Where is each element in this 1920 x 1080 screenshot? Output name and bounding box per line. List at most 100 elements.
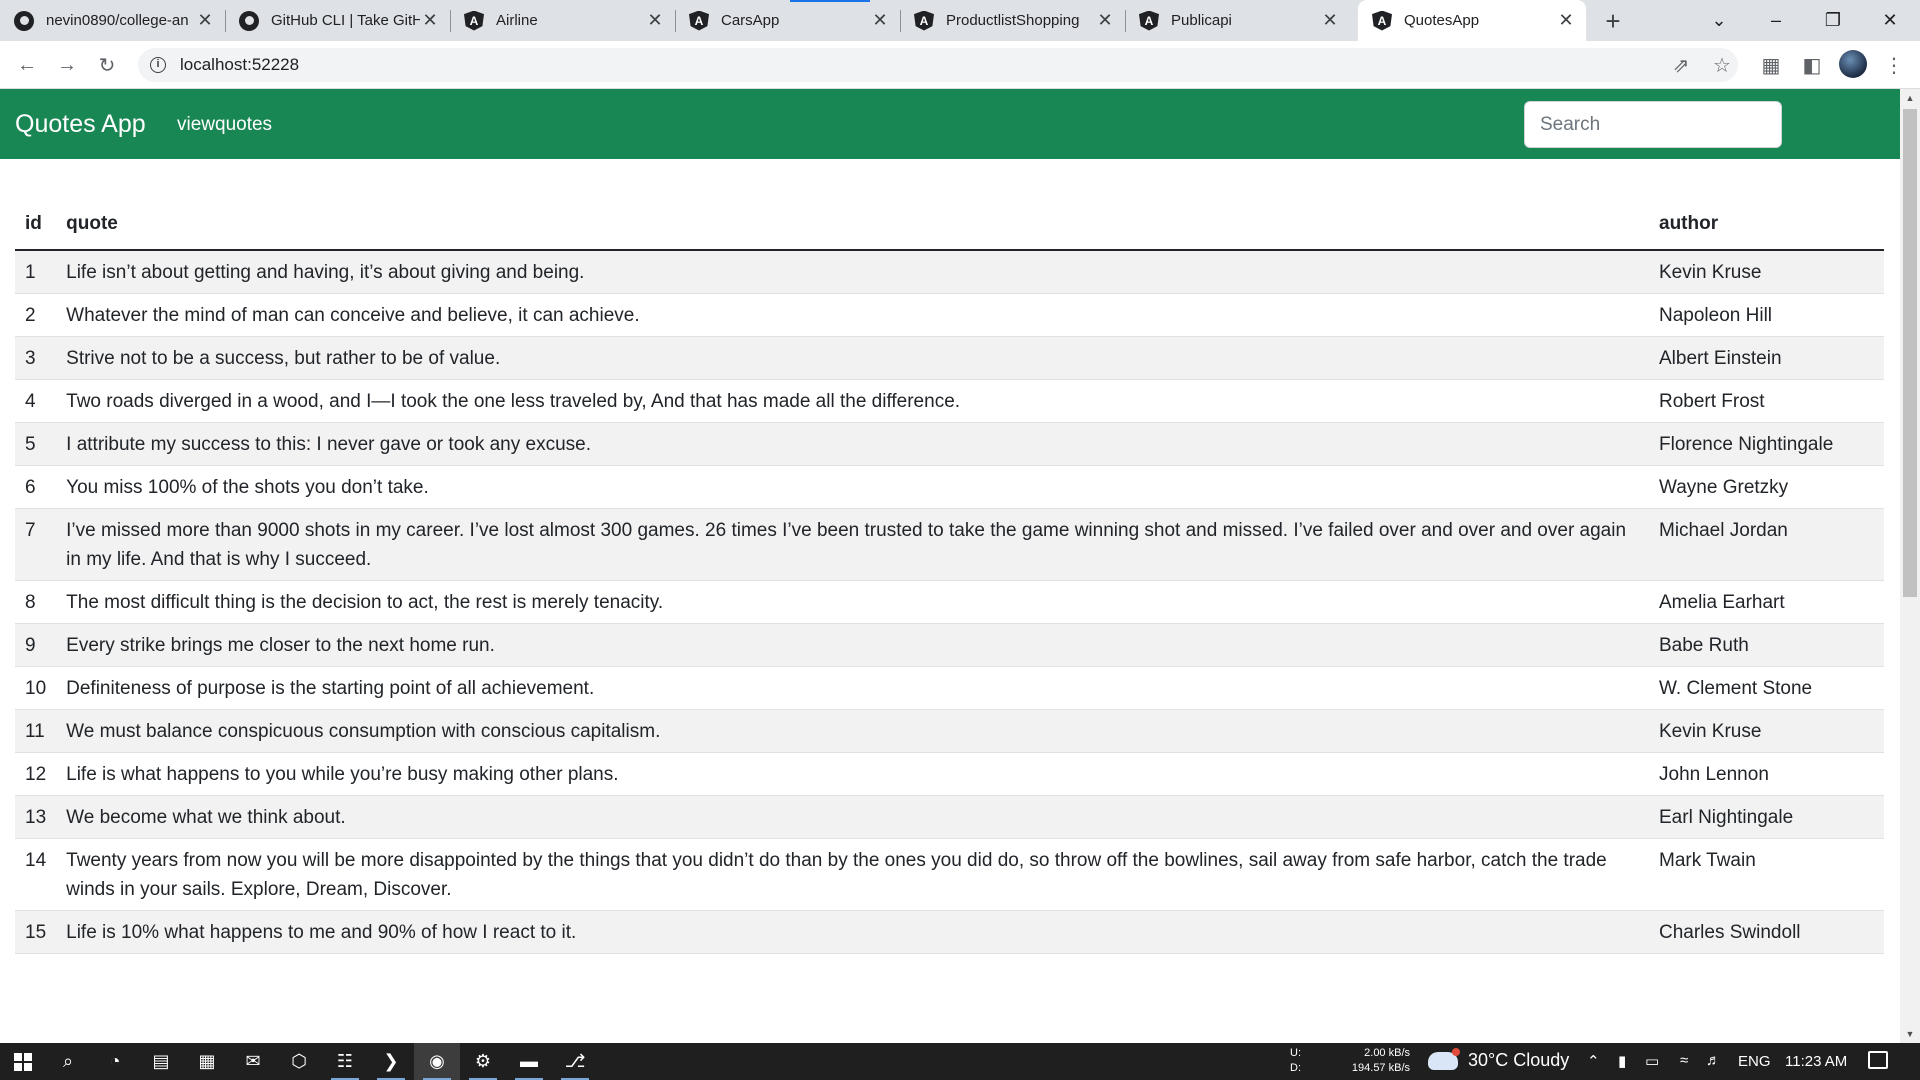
browser-tab[interactable]: Airline ✕	[450, 0, 675, 41]
language-indicator[interactable]: ENG	[1738, 1053, 1771, 1070]
settings-icon[interactable]: ⚙	[460, 1043, 506, 1080]
browser-tab[interactable]: QuotesApp ✕	[1358, 0, 1586, 41]
tab-close-icon[interactable]: ✕	[195, 10, 215, 31]
new-tab-button[interactable]: +	[1596, 4, 1630, 38]
cell-author: Robert Frost	[1649, 379, 1884, 423]
cell-id: 1	[15, 250, 57, 294]
weather-widget[interactable]: 30°C Cloudy	[1428, 1047, 1570, 1071]
cell-author: Earl Nightingale	[1649, 795, 1884, 839]
bookmark-star-icon[interactable]: ☆	[1706, 49, 1738, 81]
table-row: 15 Life is 10% what happens to me and 90%…	[15, 910, 1884, 954]
battery-icon[interactable]: ▭	[1645, 1052, 1659, 1070]
start-button[interactable]	[0, 1043, 46, 1080]
clock[interactable]: 11:23 AM	[1785, 1053, 1847, 1070]
notification-icon[interactable]	[1868, 1051, 1888, 1069]
vpn-icon[interactable]: ⬡	[276, 1043, 322, 1080]
angular-icon	[689, 10, 709, 31]
cell-id: 11	[15, 709, 57, 753]
tab-close-icon[interactable]: ✕	[1556, 10, 1576, 31]
cell-id: 13	[15, 795, 57, 839]
cell-quote: Life is what happens to you while you’re…	[56, 752, 1649, 796]
cell-author: Michael Jordan	[1649, 508, 1884, 581]
file-explorer-icon[interactable]: ▤	[138, 1043, 184, 1080]
wifi-icon[interactable]: ≈	[1680, 1052, 1688, 1069]
tab-close-icon[interactable]: ✕	[645, 10, 665, 31]
browser-tab[interactable]: CarsApp ✕	[675, 0, 900, 41]
tab-close-icon[interactable]: ✕	[1320, 10, 1340, 31]
minimize-icon[interactable]: –	[1749, 0, 1803, 41]
tray-chevron-icon[interactable]: ⌃	[1587, 1052, 1600, 1070]
tab-close-icon[interactable]: ✕	[420, 10, 440, 31]
edge-icon[interactable]: ◔	[92, 1043, 138, 1080]
git-icon[interactable]: ⎇	[552, 1043, 598, 1080]
tab-title: ProductlistShopping	[946, 12, 1080, 29]
table-header-row: id quote author	[15, 199, 1884, 251]
tab-title: GitHub CLI | Take GitH	[271, 12, 420, 29]
nav-link-viewquotes[interactable]: viewquotes	[177, 114, 272, 136]
tab-separator	[450, 10, 451, 32]
browser-tab[interactable]: Publicapi ✕	[1125, 0, 1350, 41]
cell-id: 15	[15, 910, 57, 954]
angular-icon	[1139, 10, 1159, 31]
cell-id: 8	[15, 580, 57, 624]
tab-title: Publicapi	[1171, 12, 1232, 29]
scroll-up-icon[interactable]: ▲	[1900, 89, 1920, 107]
microphone-icon[interactable]: ▮	[1618, 1052, 1626, 1070]
table-row: 13 We become what we think about. Earl Nig…	[15, 795, 1884, 839]
volume-icon[interactable]: ♬	[1706, 1052, 1721, 1069]
store-icon[interactable]: ▦	[184, 1043, 230, 1080]
cell-author: Napoleon Hill	[1649, 293, 1884, 337]
restore-icon[interactable]: ❐	[1806, 0, 1860, 41]
tab-strip: nevin0890/college-an ✕ GitHub CLI | Take G…	[0, 0, 1920, 41]
terminal-icon[interactable]: ▬	[506, 1043, 552, 1080]
forward-icon[interactable]: →	[51, 49, 83, 81]
profile-avatar[interactable]	[1839, 50, 1867, 78]
cell-quote: Strive not to be a success, but rather t…	[56, 336, 1649, 380]
scroll-thumb[interactable]	[1903, 109, 1917, 597]
share-icon[interactable]: ⇗	[1665, 49, 1697, 81]
cell-quote: Every strike brings me closer to the nex…	[56, 623, 1649, 667]
table-row: 12 Life is what happens to you while you’…	[15, 752, 1884, 796]
app-brand[interactable]: Quotes App	[15, 110, 146, 139]
network-speed: U: 2.00 kB/s D: 194.57 kB/s	[1290, 1047, 1410, 1074]
weather-text: 30°C Cloudy	[1468, 1050, 1570, 1070]
reload-icon[interactable]: ↻	[91, 49, 123, 81]
teams-icon[interactable]: ☷	[322, 1043, 368, 1080]
tab-close-icon[interactable]: ✕	[1095, 10, 1115, 31]
browser-toolbar: ← → ↻ i localhost:52228 ⇗ ☆ ▦ ◧ ⋮	[0, 41, 1920, 89]
back-icon[interactable]: ←	[11, 49, 43, 81]
search-input[interactable]	[1524, 101, 1782, 148]
cell-quote: Life isn’t about getting and having, it’…	[56, 250, 1649, 294]
tab-separator	[225, 10, 226, 32]
page-scrollbar[interactable]: ▲ ▼	[1900, 89, 1920, 1043]
table-row: 10 Definiteness of purpose is the startin…	[15, 666, 1884, 710]
cell-author: W. Clement Stone	[1649, 666, 1884, 710]
table-row: 14 Twenty years from now you will be more…	[15, 838, 1884, 911]
address-bar[interactable]: i localhost:52228	[138, 48, 1738, 82]
table-row: 1 Life isn’t about getting and having, it…	[15, 250, 1884, 294]
browser-tab[interactable]: ProductlistShopping ✕	[900, 0, 1125, 41]
cell-author: Kevin Kruse	[1649, 709, 1884, 753]
url-text[interactable]: localhost:52228	[180, 55, 299, 75]
menu-icon[interactable]: ⋮	[1878, 49, 1910, 81]
tab-search-icon[interactable]: ⌄	[1692, 0, 1746, 41]
side-panel-icon[interactable]: ◧	[1796, 49, 1828, 81]
site-info-icon[interactable]: i	[150, 57, 166, 73]
extensions-icon[interactable]: ▦	[1755, 49, 1787, 81]
scroll-down-icon[interactable]: ▼	[1900, 1025, 1920, 1043]
chrome-icon[interactable]: ◉	[414, 1043, 460, 1080]
cell-author: Kevin Kruse	[1649, 250, 1884, 294]
browser-tab[interactable]: nevin0890/college-an ✕	[0, 0, 225, 41]
tab-title: CarsApp	[721, 12, 780, 29]
mail-icon[interactable]: ✉	[230, 1043, 276, 1080]
tab-close-icon[interactable]: ✕	[870, 10, 890, 31]
cell-author: John Lennon	[1649, 752, 1884, 796]
browser-tab[interactable]: GitHub CLI | Take GitH ✕	[225, 0, 450, 41]
cell-id: 5	[15, 422, 57, 466]
angular-icon	[914, 10, 934, 31]
cell-id: 4	[15, 379, 57, 423]
cloud-icon	[1428, 1047, 1460, 1070]
close-window-icon[interactable]: ✕	[1863, 0, 1917, 41]
vscode-icon[interactable]: ❯	[368, 1043, 414, 1080]
search-icon[interactable]: ⌕	[45, 1043, 91, 1080]
